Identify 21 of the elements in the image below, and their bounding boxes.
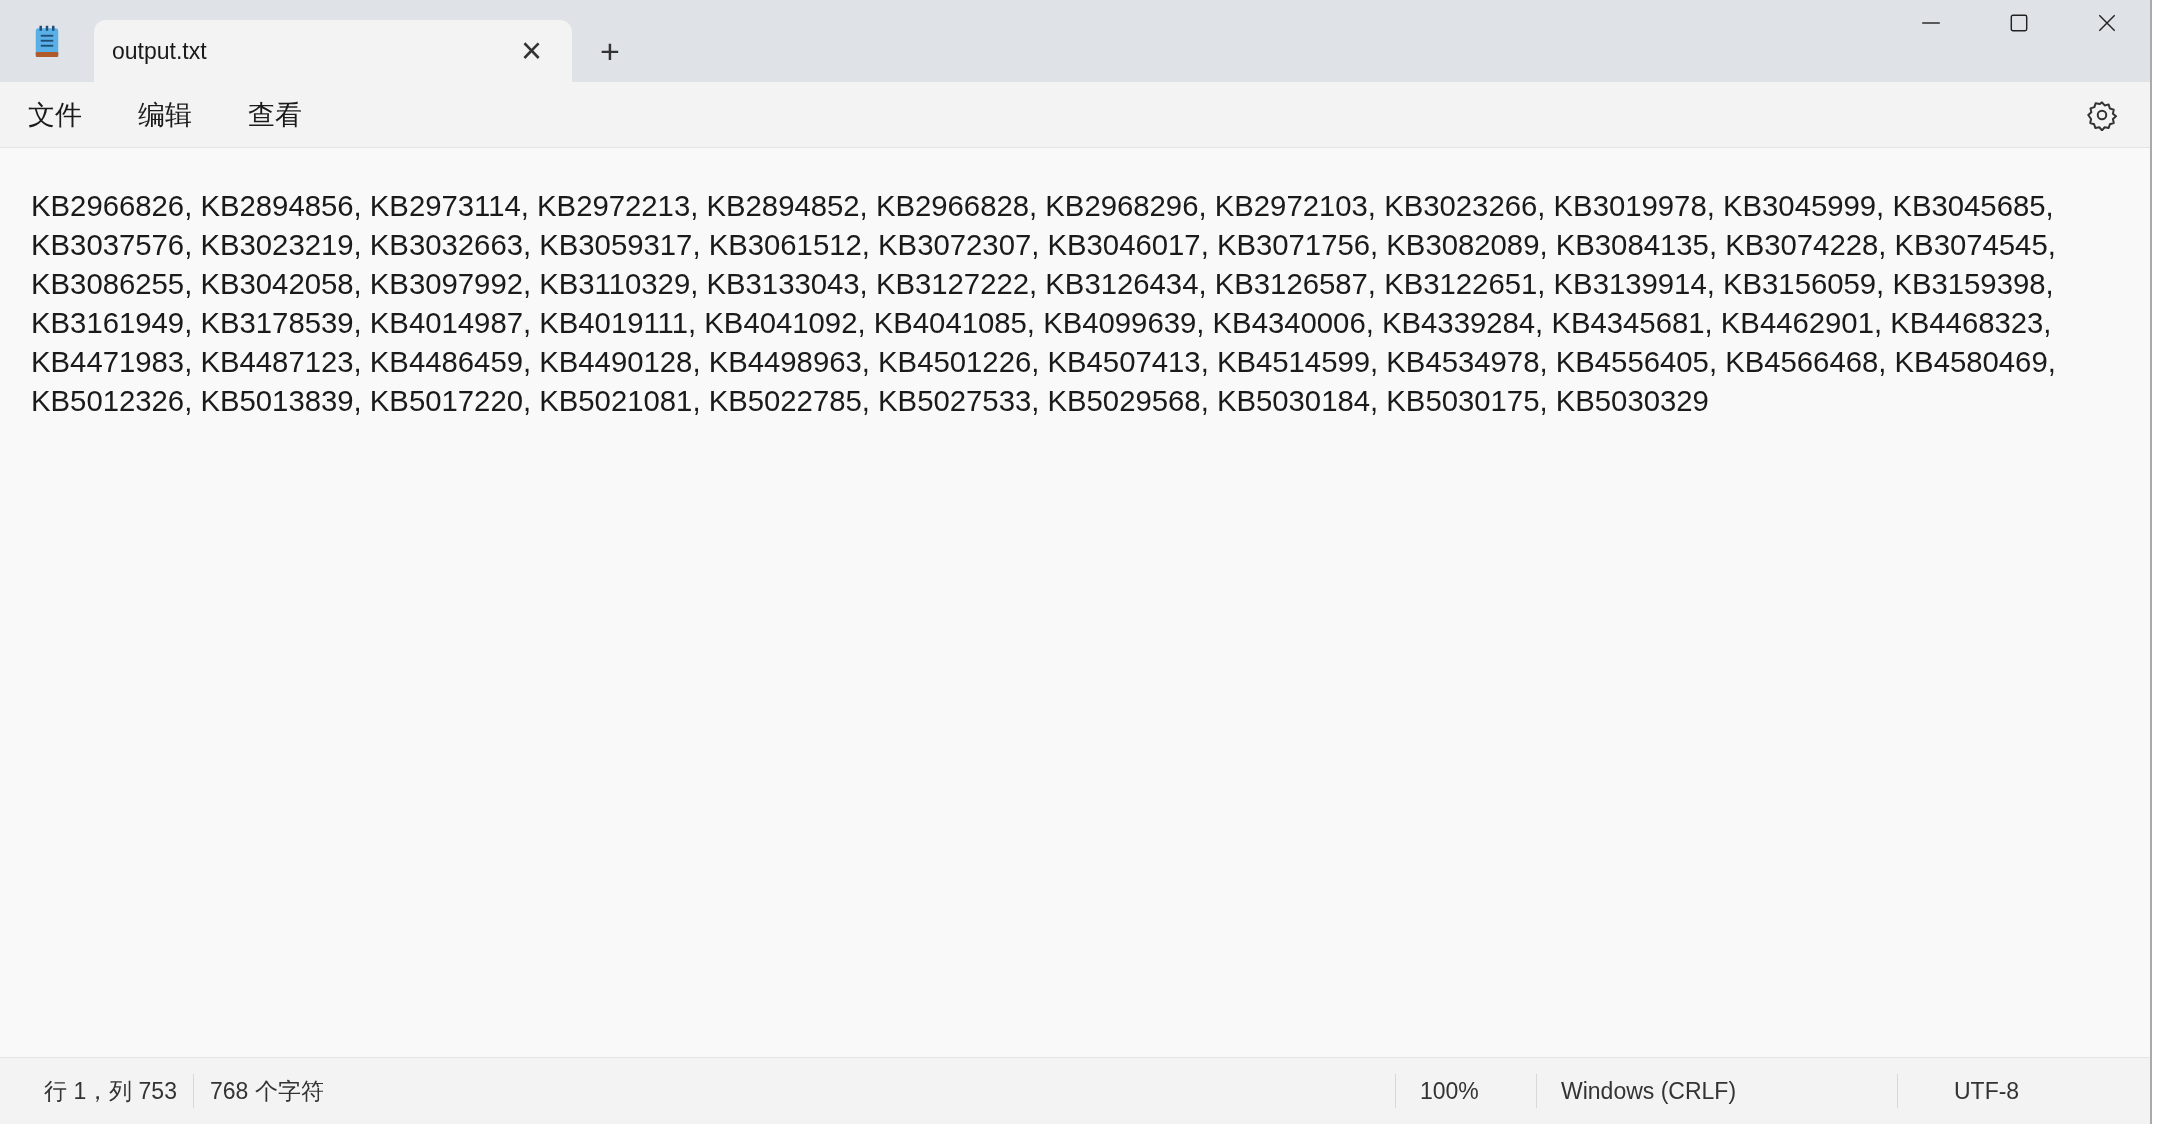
settings-icon[interactable] (2086, 98, 2118, 131)
menu-item[interactable]: 文件 (16, 90, 94, 139)
zoom-level[interactable]: 100% (1396, 1077, 1536, 1105)
new-tab-button[interactable]: + (600, 34, 620, 68)
line-ending[interactable]: Windows (CRLF) (1537, 1077, 1897, 1105)
tab-title: output.txt (112, 37, 208, 65)
character-count: 768 个字符 (208, 1076, 325, 1106)
text-line: KB2966826, KB2894856, KB2973114, KB2972213, KB2894852, KB2966828, KB2968296, KB2972103, KB3023266, KB3019978, KB3045999, KB3045685, (31, 188, 2055, 224)
text-line: KB3037576, KB3023219, KB3032663, KB3059317, KB3061512, KB3072307, KB3046017, KB3071756, KB3082089, KB3084135, KB3074228, KB3074545, (31, 227, 2057, 263)
text-line: KB4471983, KB4487123, KB4486459, KB4490128, KB4498963, KB4501226, KB4507413, KB4514599, KB4534978, KB4556405, KB4566468, KB4580469, (31, 344, 2057, 380)
cursor-position: 行 1，列 753 (44, 1076, 178, 1106)
text-line: KB3086255, KB3042058, KB3097992, KB3110329, KB3133043, KB3127222, KB3126434, KB3126587, KB3122651, KB3139914, KB3156059, KB3159398, (31, 266, 2055, 302)
text-line: KB5012326, KB5013839, KB5017220, KB5021081, KB5022785, KB5027533, KB5029568, KB5030184, KB5030175, KB5030329 (31, 383, 1710, 419)
encoding[interactable]: UTF-8 (1898, 1077, 2150, 1105)
close-icon[interactable] (2096, 12, 2118, 34)
menu-item[interactable]: 查看 (236, 90, 314, 139)
maximize-icon[interactable] (2008, 12, 2030, 34)
file-tab[interactable]: output.txt × (94, 20, 572, 82)
text-line: KB3161949, KB3178539, KB4014987, KB4019111, KB4041092, KB4041085, KB4099639, KB4340006, KB4339284, KB4345681, KB4462901, KB4468323, (31, 305, 2053, 341)
menu-item[interactable]: 编辑 (126, 90, 204, 139)
close-tab-button[interactable]: × (510, 33, 552, 69)
